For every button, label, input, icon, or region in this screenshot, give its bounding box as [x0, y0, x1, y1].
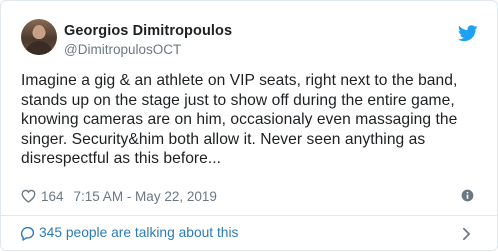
tweet-card[interactable]: Georgios Dimitropoulos @DimitropulosOCT … — [0, 0, 498, 251]
chevron-right-icon[interactable] — [462, 227, 471, 241]
tweet-meta: 164 7:15 AM - May 22, 2019 — [21, 186, 217, 206]
speech-bubble-icon — [20, 226, 35, 241]
heart-icon[interactable] — [21, 189, 36, 203]
tweet-text-line: knowing cameras are on him, occasionaly … — [21, 111, 458, 128]
twitter-bird-icon[interactable] — [458, 25, 478, 42]
tweet-text-line: singer. Security&him both allow it. Neve… — [21, 130, 426, 148]
info-icon[interactable] — [461, 189, 474, 202]
author-name[interactable]: Georgios Dimitropoulos — [64, 23, 232, 39]
avatar-shoulders — [25, 41, 53, 55]
tweet-text-line: Imagine a gig & an athlete on VIP seats,… — [21, 72, 458, 89]
avatar-head — [33, 25, 45, 39]
like-count[interactable]: 164 — [41, 189, 64, 204]
conversation-label[interactable]: 345 people are talking about this — [39, 225, 238, 240]
author-handle[interactable]: @DimitropulosOCT — [64, 42, 181, 57]
tweet-text-line: disrespectful as this before... — [21, 150, 222, 167]
conversation-link[interactable]: 345 people are talking about this — [1, 216, 498, 252]
tweet-text: Imagine a gig & an athlete on VIP seats,… — [21, 71, 487, 169]
tweet-timestamp[interactable]: 7:15 AM - May 22, 2019 — [74, 189, 217, 204]
avatar[interactable] — [21, 19, 57, 55]
tweet-text-line: stands up on the stage just to show off … — [21, 91, 455, 109]
